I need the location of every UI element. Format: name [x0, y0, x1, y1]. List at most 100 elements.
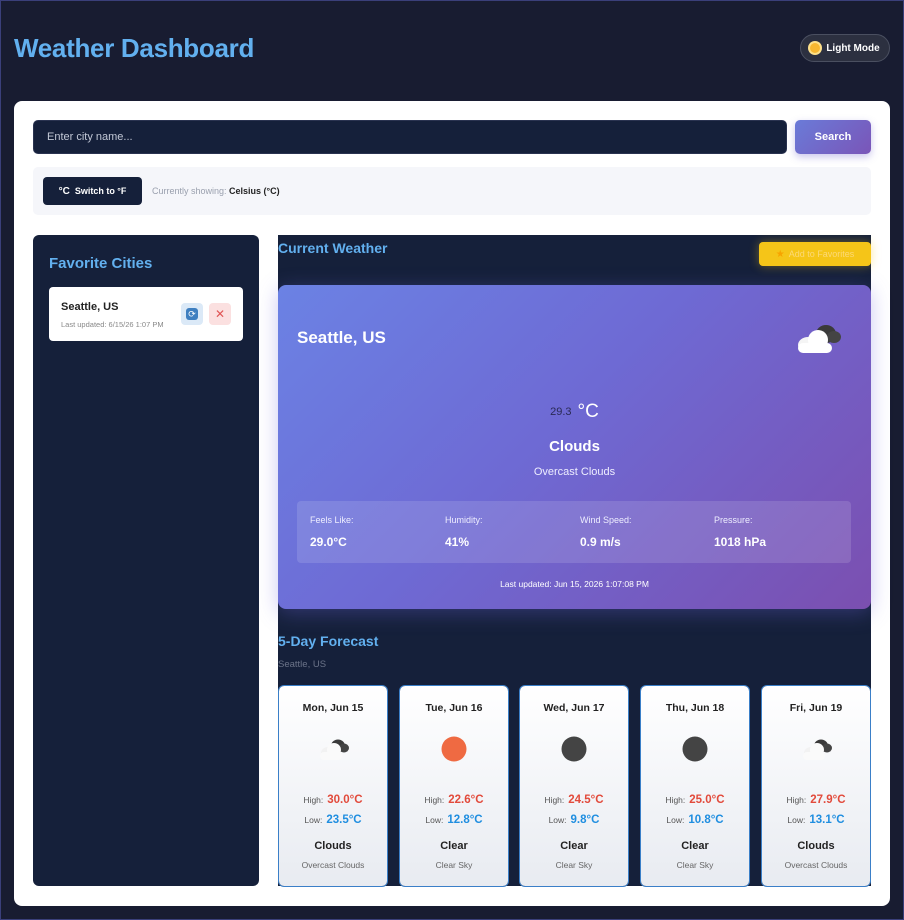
- light-mode-button[interactable]: Light Mode: [800, 34, 890, 62]
- current-weather-title: Current Weather: [278, 240, 388, 256]
- weather-details: Feels Like: 29.0°C Humidity: 41% Wind Sp…: [297, 501, 851, 563]
- current-description: Overcast Clouds: [533, 466, 616, 478]
- pressure-label: Pressure:: [714, 515, 753, 525]
- favorite-cities-sidebar: Favorite Cities Seattle, US Last updated…: [33, 235, 259, 886]
- close-icon: ✕: [214, 307, 226, 321]
- unit-status-value: Celsius (°C): [229, 186, 280, 196]
- forecast-low: Low: 12.8°C: [400, 814, 508, 826]
- forecast-description: Overcast Clouds: [301, 860, 365, 870]
- favorite-city-updated: Last updated: 6/15/26 1:07 PM: [61, 320, 164, 329]
- low-value: 9.8°C: [570, 814, 600, 826]
- forecast-condition: Clouds: [314, 840, 352, 852]
- forecast-date: Fri, Jun 19: [789, 702, 843, 714]
- current-condition: Clouds: [549, 438, 600, 455]
- high-label: High:: [303, 795, 324, 805]
- forecast-card: Tue, Jun 16 High: 22.6°C Low: 12.8°C Clear…: [400, 686, 508, 886]
- low-label: Low:: [548, 815, 567, 825]
- main-panel: Search °C Switch to °F Currently showing…: [14, 101, 890, 906]
- app-header: Weather Dashboard Light Mode: [14, 31, 890, 71]
- forecast-description: Clear Sky: [435, 860, 473, 870]
- low-label: Low:: [787, 815, 806, 825]
- current-weather-card: Seattle, US 29.3 °C Clouds Overcast Cloud…: [278, 285, 871, 609]
- clouds-icon: [798, 325, 841, 353]
- forecast-low: Low: 10.8°C: [641, 814, 749, 826]
- forecast-low: Low: 13.1°C: [762, 814, 870, 826]
- low-value: 13.1°C: [809, 814, 845, 826]
- forecast-card: Thu, Jun 18 High: 25.0°C Low: 10.8°C Clear…: [641, 686, 749, 886]
- forecast-card: Wed, Jun 17 High: 24.5°C Low: 9.8°C Clear …: [520, 686, 628, 886]
- clouds-icon: [320, 739, 349, 760]
- high-label: High:: [665, 795, 686, 805]
- forecast-date: Mon, Jun 15: [302, 702, 364, 714]
- star-icon: ★: [775, 248, 785, 260]
- unit-toggle-bar: °C Switch to °F Currently showing: Celsi…: [33, 167, 871, 215]
- high-value: 27.9°C: [810, 794, 846, 806]
- favorite-city-name: Seattle, US: [61, 301, 119, 313]
- celsius-icon: °C: [58, 185, 70, 197]
- feels-like-label: Feels Like:: [310, 515, 354, 525]
- high-value: 25.0°C: [689, 794, 725, 806]
- high-value: 30.0°C: [327, 794, 363, 806]
- low-value: 12.8°C: [447, 814, 483, 826]
- current-updated: Last updated: Jun 15, 2026 1:07:08 PM: [500, 579, 649, 589]
- high-label: High:: [786, 795, 807, 805]
- remove-favorite-button[interactable]: ✕: [209, 303, 231, 325]
- high-label: High:: [424, 795, 445, 805]
- moon-icon: [561, 736, 587, 762]
- search-button[interactable]: Search: [795, 120, 871, 154]
- humidity-label: Humidity:: [445, 515, 483, 525]
- wind-speed-value: 0.9 m/s: [580, 535, 621, 549]
- forecast-high: High: 27.9°C: [762, 794, 870, 806]
- forecast-date: Thu, Jun 18: [665, 702, 725, 714]
- low-value: 23.5°C: [326, 814, 362, 826]
- low-label: Low:: [425, 815, 444, 825]
- sun-icon: [441, 736, 467, 762]
- refresh-favorite-button[interactable]: ⟳: [181, 303, 203, 325]
- forecast-low: Low: 23.5°C: [279, 814, 387, 826]
- forecast-high: High: 30.0°C: [279, 794, 387, 806]
- clouds-icon: [803, 739, 832, 760]
- current-temperature: 29.3 °C: [278, 401, 871, 423]
- temperature-value: 29.3: [550, 406, 572, 418]
- low-label: Low:: [666, 815, 685, 825]
- moon-icon: [682, 736, 708, 762]
- feels-like: Feels Like: 29.0°C: [310, 515, 354, 549]
- unit-status: Currently showing: Celsius (°C): [152, 186, 280, 196]
- wind-speed-label: Wind Speed:: [580, 515, 632, 525]
- light-mode-label: Light Mode: [826, 42, 880, 54]
- forecast-subtitle: Seattle, US: [278, 659, 327, 670]
- forecast-condition: Clear: [440, 840, 468, 852]
- add-to-favorites-button[interactable]: ★ Add to Favorites: [759, 242, 871, 266]
- humidity: Humidity: 41%: [445, 515, 483, 549]
- high-label: High:: [544, 795, 565, 805]
- page-title: Weather Dashboard: [14, 33, 255, 63]
- feels-like-value: 29.0°C: [310, 535, 347, 549]
- pressure-value: 1018 hPa: [714, 535, 767, 549]
- add-to-favorites-label: Add to Favorites: [788, 249, 855, 259]
- pressure: Pressure: 1018 hPa: [714, 515, 766, 549]
- forecast-condition: Clouds: [797, 840, 835, 852]
- forecast-low: Low: 9.8°C: [520, 814, 628, 826]
- switch-unit-label: Switch to °F: [74, 186, 127, 196]
- forecast-date: Tue, Jun 16: [425, 702, 483, 714]
- favorite-city-item[interactable]: Seattle, US Last updated: 6/15/26 1:07 P…: [49, 287, 243, 341]
- wind-speed: Wind Speed: 0.9 m/s: [580, 515, 632, 549]
- forecast-date: Wed, Jun 17: [543, 702, 605, 714]
- forecast-high: High: 24.5°C: [520, 794, 628, 806]
- city-search-input[interactable]: [33, 120, 787, 154]
- favorites-title: Favorite Cities: [49, 255, 153, 272]
- high-value: 22.6°C: [448, 794, 484, 806]
- forecast-condition: Clear: [560, 840, 588, 852]
- forecast-card: Fri, Jun 19 High: 27.9°C Low: 13.1°C Cloud…: [762, 686, 870, 886]
- high-value: 24.5°C: [568, 794, 604, 806]
- unit-status-prefix: Currently showing:: [152, 186, 227, 196]
- forecast-high: High: 25.0°C: [641, 794, 749, 806]
- forecast-title: 5-Day Forecast: [278, 633, 379, 649]
- current-city: Seattle, US: [297, 328, 386, 347]
- forecast-description: Overcast Clouds: [784, 860, 848, 870]
- humidity-value: 41%: [445, 535, 470, 549]
- temperature-unit: °C: [577, 401, 599, 422]
- forecast-card: Mon, Jun 15 High: 30.0°C Low: 23.5°C Cloud…: [279, 686, 387, 886]
- switch-unit-button[interactable]: °C Switch to °F: [43, 177, 142, 205]
- refresh-icon: ⟳: [186, 308, 198, 320]
